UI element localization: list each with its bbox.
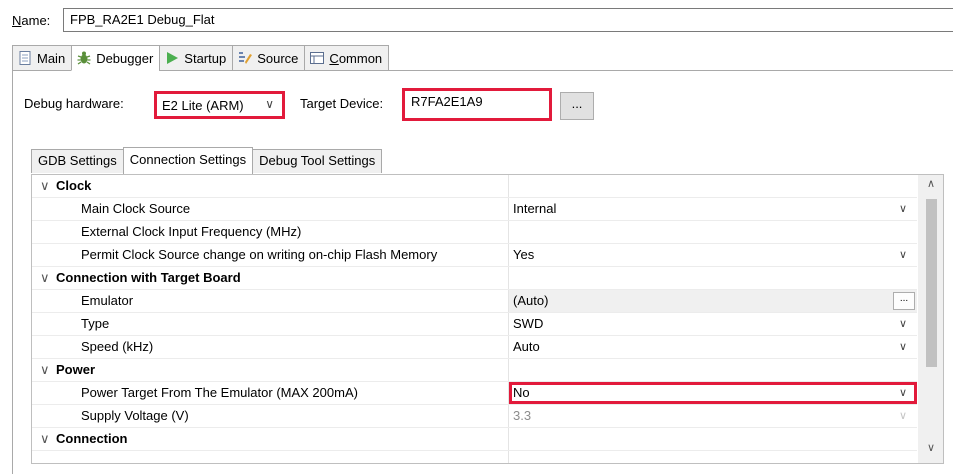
property-label: Power Target From The Emulator (MAX 200m… — [81, 385, 358, 400]
chevron-down-icon: ∨ — [898, 341, 907, 353]
config-tabs: Main Debugger Startup Source Common — [12, 45, 390, 71]
property-label: Permit Clock Source change on writing on… — [81, 247, 438, 262]
property-row-external-clock-frequency: External Clock Input Frequency (MHz) — [32, 221, 917, 244]
property-label: Supply Voltage (V) — [81, 408, 189, 423]
category-row-clock[interactable]: ∨ Clock — [32, 175, 917, 198]
scroll-up-icon[interactable]: ∧ — [918, 177, 943, 195]
property-label: Main Clock Source — [81, 201, 191, 216]
property-row-power-target: Power Target From The Emulator (MAX 200m… — [32, 382, 917, 405]
tab-debug-tool-settings[interactable]: Debug Tool Settings — [252, 149, 383, 173]
chevron-down-icon: ∨ — [898, 410, 907, 422]
chevron-down-icon: ∨ — [898, 249, 907, 261]
type-select[interactable]: SWD ∨ — [509, 313, 917, 335]
speed-select[interactable]: Auto ∨ — [509, 336, 917, 358]
connection-settings-table: ∨ Clock Main Clock Source Internal ∨ Exter… — [31, 174, 944, 464]
main-clock-source-select[interactable]: Internal ∨ — [509, 198, 917, 220]
debug-hardware-select[interactable]: E2 Lite (ARM) ∨ — [154, 91, 285, 119]
property-row-type: Type SWD ∨ — [32, 313, 917, 336]
common-icon — [309, 50, 325, 66]
emulator-field[interactable]: (Auto)... — [509, 290, 917, 312]
debugger-bug-icon — [76, 50, 92, 66]
property-label: External Clock Input Frequency (MHz) — [81, 224, 302, 239]
category-label: Clock — [56, 178, 92, 193]
property-label: Speed (kHz) — [81, 339, 154, 354]
property-row-main-clock-source: Main Clock Source Internal ∨ — [32, 198, 917, 221]
property-row-permit-clock-change: Permit Clock Source change on writing on… — [32, 244, 917, 267]
tab-main[interactable]: Main — [12, 45, 73, 71]
chevron-down-icon: ∨ — [898, 387, 907, 399]
scroll-down-icon[interactable]: ∨ — [918, 441, 943, 459]
emulator-browse-button[interactable]: ... — [893, 292, 915, 310]
tab-source[interactable]: Source — [232, 45, 306, 71]
supply-voltage-select: 3.3 ∨ — [509, 405, 917, 427]
tab-debugger[interactable]: Debugger — [71, 45, 161, 71]
collapse-caret-icon[interactable]: ∨ — [40, 359, 56, 381]
property-label: Type — [81, 316, 110, 331]
category-row-connection-with-target-board[interactable]: ∨ Connection with Target Board — [32, 267, 917, 290]
tab-gdb-settings[interactable]: GDB Settings — [31, 149, 124, 173]
name-input[interactable]: FPB_RA2E1 Debug_Flat — [63, 8, 953, 32]
target-device-label: Target Device: — [300, 96, 384, 111]
debugger-sub-tabs: GDB Settings Connection Settings Debug T… — [31, 147, 383, 174]
chevron-down-icon: ∨ — [898, 318, 907, 330]
category-label: Power — [56, 362, 96, 377]
vertical-scrollbar[interactable]: ∧ ∨ — [918, 175, 943, 463]
category-row-power[interactable]: ∨ Power — [32, 359, 917, 382]
collapse-caret-icon[interactable]: ∨ — [40, 175, 56, 197]
scrollbar-thumb[interactable] — [926, 199, 937, 367]
name-label: Name: — [12, 13, 51, 28]
collapse-caret-icon[interactable]: ∨ — [40, 428, 56, 450]
chevron-down-icon: ∨ — [265, 97, 274, 111]
property-row-speed: Speed (kHz) Auto ∨ — [32, 336, 917, 359]
debug-hardware-label: Debug hardware: — [24, 96, 124, 111]
tab-startup[interactable]: Startup — [159, 45, 234, 71]
debug-hardware-value: E2 Lite (ARM) — [162, 97, 244, 113]
power-target-select[interactable]: No ∨ — [509, 382, 917, 404]
source-icon — [237, 50, 253, 66]
property-row-emulator: Emulator (Auto)... — [32, 290, 917, 313]
category-row-connection[interactable]: ∨ Connection — [32, 428, 917, 451]
category-label: Connection — [56, 431, 128, 446]
collapse-caret-icon[interactable]: ∨ — [40, 267, 56, 289]
target-device-input[interactable]: R7FA2E1A9 — [402, 88, 552, 121]
external-clock-frequency-field[interactable] — [509, 221, 917, 243]
tab-common[interactable]: Common — [304, 45, 390, 71]
property-label: Emulator — [81, 293, 134, 308]
property-row-supply-voltage: Supply Voltage (V) 3.3 ∨ — [32, 405, 917, 428]
tab-connection-settings[interactable]: Connection Settings — [122, 147, 254, 174]
main-tab-icon — [17, 50, 33, 66]
category-label: Connection with Target Board — [56, 270, 241, 285]
chevron-down-icon: ∨ — [898, 203, 907, 215]
permit-clock-change-select[interactable]: Yes ∨ — [509, 244, 917, 266]
startup-play-icon — [164, 50, 180, 66]
target-device-browse-button[interactable]: ... — [560, 92, 594, 120]
